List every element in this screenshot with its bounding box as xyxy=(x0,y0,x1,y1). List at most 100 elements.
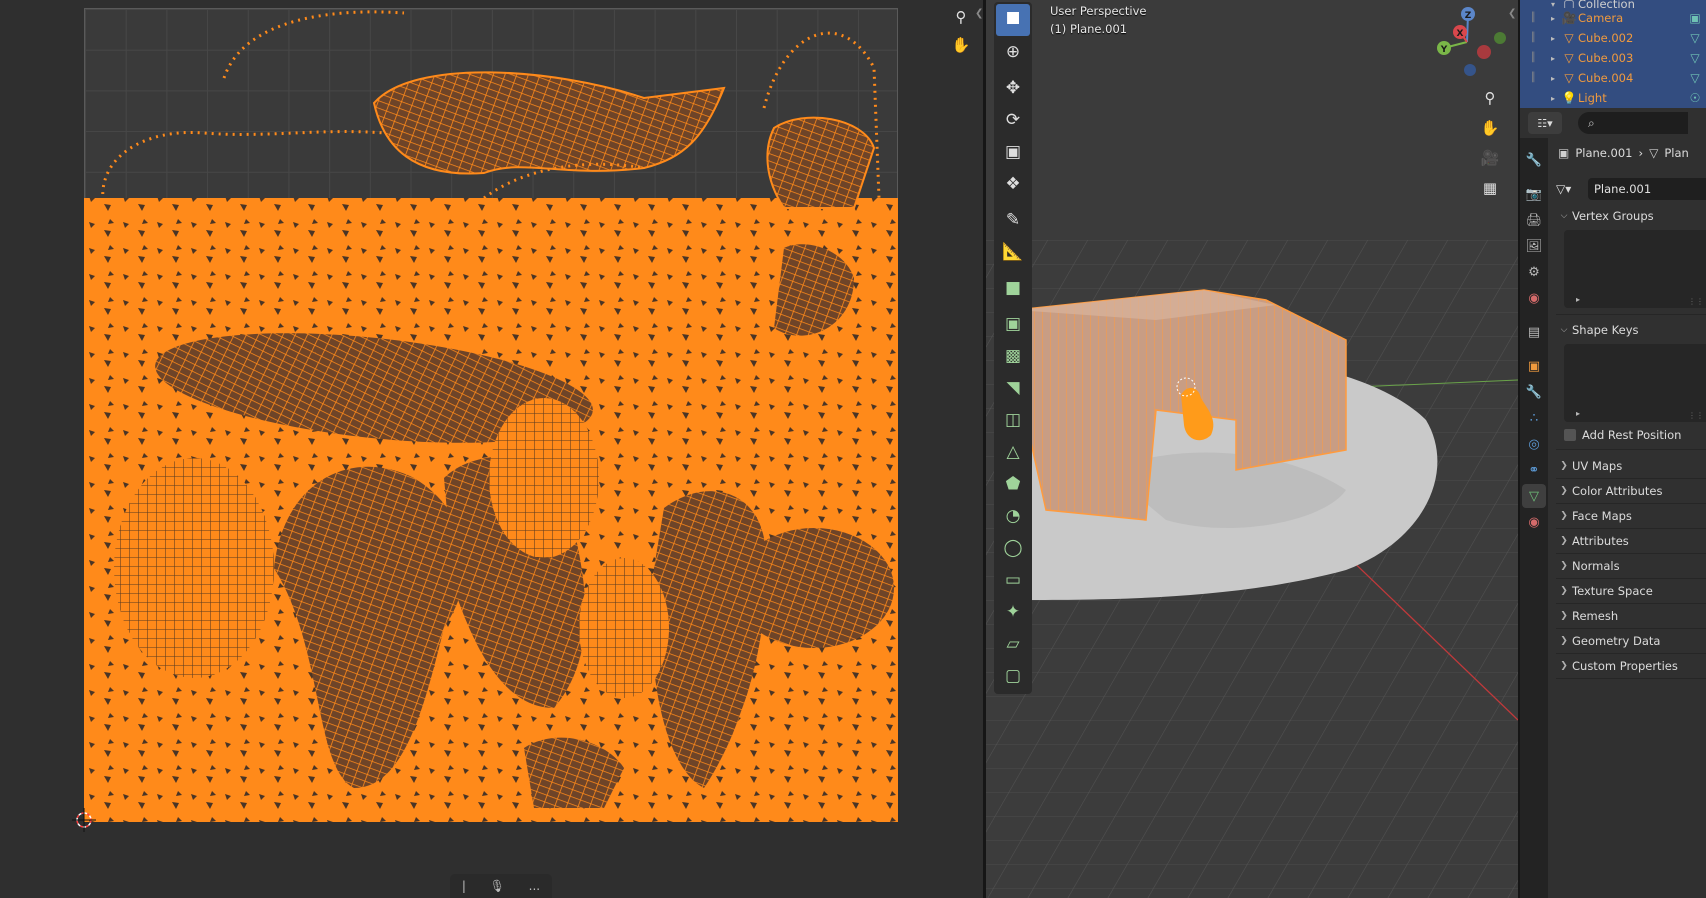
panel-shape-keys[interactable]: ⌵ Shape Keys xyxy=(1556,318,1706,342)
panel-face-maps[interactable]: ❯ Face Maps xyxy=(1556,504,1706,528)
view-layer-tab-icon[interactable]: 🖼 xyxy=(1522,234,1546,258)
material-tab-icon[interactable]: ◉ xyxy=(1522,510,1546,534)
microphone-icon[interactable]: 🎙 xyxy=(490,879,505,893)
panel-separator xyxy=(1556,314,1706,315)
expand-arrow-icon[interactable]: ▸ xyxy=(1576,295,1580,304)
breadcrumb-object: Plane.001 xyxy=(1575,146,1633,160)
uv-navigation-gizmos: ⚲ ✋ xyxy=(950,6,972,56)
more-icon[interactable]: ... xyxy=(529,879,540,893)
expand-arrow-icon[interactable]: ▸ xyxy=(1546,74,1560,83)
annotate-icon[interactable]: ✎ xyxy=(996,204,1030,236)
tool-tab-icon[interactable]: 🔧 xyxy=(1522,148,1546,172)
cursor-tool-icon[interactable]: ⊕ xyxy=(996,36,1030,68)
viewport-scene[interactable] xyxy=(986,0,1518,898)
hand-pan-icon[interactable]: ✋ xyxy=(1478,116,1502,140)
add-rest-position-checkbox[interactable]: Add Rest Position xyxy=(1564,425,1706,445)
outliner-item-camera[interactable]: ║ ▸ 🎥 Camera ▣ xyxy=(1520,8,1706,28)
panel-uv-maps[interactable]: ❯ UV Maps xyxy=(1556,454,1706,478)
measure-icon[interactable]: 📐 xyxy=(996,236,1030,268)
expand-arrow-icon[interactable]: ▸ xyxy=(1576,409,1580,418)
render-tab-icon[interactable]: 📷 xyxy=(1522,182,1546,206)
rotate-icon[interactable]: ⟳ xyxy=(996,104,1030,136)
object-tab-icon[interactable]: ▣ xyxy=(1522,354,1546,378)
editor-type-dropdown[interactable]: ☷▾ xyxy=(1528,112,1562,134)
select-box-icon[interactable]: ⯀ xyxy=(996,4,1030,36)
collapse-arrow-icon[interactable]: ❮ xyxy=(1508,8,1516,19)
mesh-name-field[interactable]: Plane.001 xyxy=(1588,178,1706,200)
light-data-icon[interactable]: ☉ xyxy=(1684,91,1706,105)
outliner[interactable]: ▾ ▢ Collection ║ ▸ 🎥 Camera ▣ ║ ▸ ▽ Cube… xyxy=(1520,0,1706,108)
panel-color-attributes[interactable]: ❯ Color Attributes xyxy=(1556,479,1706,503)
uv-mesh-islands[interactable] xyxy=(84,8,898,822)
panel-geometry-data[interactable]: ❯ Geometry Data xyxy=(1556,629,1706,653)
mesh-data-icon[interactable]: ▽ xyxy=(1684,51,1706,65)
collection-tab-icon[interactable]: ▤ xyxy=(1522,320,1546,344)
outliner-item-cube-002[interactable]: ║ ▸ ▽ Cube.002 ▽ xyxy=(1520,28,1706,48)
loop-cut-icon[interactable]: ◫ xyxy=(996,404,1030,436)
camera-view-icon[interactable]: 🎥 xyxy=(1478,146,1502,170)
vertex-groups-list[interactable]: ▸ ⋮⋮ xyxy=(1564,230,1706,308)
shear-icon[interactable]: ▱ xyxy=(996,628,1030,660)
outliner-item-cube-004[interactable]: ║ ▸ ▽ Cube.004 ▽ xyxy=(1520,68,1706,88)
shrink-fatten-icon[interactable]: ✦ xyxy=(996,596,1030,628)
extrude-region-icon[interactable]: ▣ xyxy=(996,308,1030,340)
rip-region-icon[interactable]: ▢ xyxy=(996,660,1030,692)
expand-arrow-icon[interactable]: ▸ xyxy=(1546,34,1560,43)
mesh-data-tab-icon[interactable]: ▽ xyxy=(1522,484,1546,508)
properties-search[interactable]: ⌕ xyxy=(1578,112,1688,134)
hierarchy-line-icon: ║ xyxy=(1530,73,1536,83)
panel-remesh[interactable]: ❯ Remesh xyxy=(1556,604,1706,628)
perspective-toggle-icon[interactable]: ▦ xyxy=(1478,176,1502,200)
tool-shelf: ⯀ ⊕ ✥ ⟳ ▣ ❖ ✎ 📐 ■ ▣ ▩ ◥ ◫ △ ⬟ ◔ ◯ ▭ ✦ ▱ … xyxy=(994,2,1032,694)
add-cube-icon[interactable]: ■ xyxy=(996,272,1030,304)
particles-tab-icon[interactable]: ∴ xyxy=(1522,406,1546,430)
2d-cursor-icon[interactable] xyxy=(72,808,96,832)
hand-pan-icon[interactable]: ✋ xyxy=(950,34,972,56)
expand-arrow-icon[interactable]: ▸ xyxy=(1546,54,1560,63)
zoom-icon[interactable]: ⚲ xyxy=(950,6,972,28)
panel-vertex-groups[interactable]: ⌵ Vertex Groups xyxy=(1556,204,1706,228)
modifiers-tab-icon[interactable]: 🔧 xyxy=(1522,380,1546,404)
output-tab-icon[interactable]: 🖨 xyxy=(1522,208,1546,232)
panel-attributes[interactable]: ❯ Attributes xyxy=(1556,529,1706,553)
navigation-gizmo[interactable]: Z Y X xyxy=(1422,2,1512,82)
outliner-item-cube-003[interactable]: ║ ▸ ▽ Cube.003 ▽ xyxy=(1520,48,1706,68)
physics-tab-icon[interactable]: ◎ xyxy=(1522,432,1546,456)
panel-normals[interactable]: ❯ Normals xyxy=(1556,554,1706,578)
smooth-icon[interactable]: ◯ xyxy=(996,532,1030,564)
outliner-item-light[interactable]: ▸ 💡 Light ☉ xyxy=(1520,88,1706,108)
shape-keys-list[interactable]: ▸ ⋮⋮ xyxy=(1564,344,1706,422)
edge-slide-icon[interactable]: ▭ xyxy=(996,564,1030,596)
resize-grip-icon[interactable]: ⋮⋮ xyxy=(1688,297,1704,306)
move-icon[interactable]: ✥ xyxy=(996,72,1030,104)
3d-viewport[interactable]: ⯀ ⊕ ✥ ⟳ ▣ ❖ ✎ 📐 ■ ▣ ▩ ◥ ◫ △ ⬟ ◔ ◯ ▭ ✦ ▱ … xyxy=(986,0,1518,898)
panel-title: Remesh xyxy=(1572,609,1619,623)
mesh-data-icon[interactable]: ▽ xyxy=(1684,71,1706,85)
expand-arrow-icon[interactable]: ▸ xyxy=(1546,14,1560,23)
poly-build-icon[interactable]: ⬟ xyxy=(996,468,1030,500)
world-tab-icon[interactable]: ◉ xyxy=(1522,286,1546,310)
expand-arrow-icon[interactable]: ▸ xyxy=(1546,94,1560,103)
panel-texture-space[interactable]: ❯ Texture Space xyxy=(1556,579,1706,603)
mesh-data-icon[interactable]: ▽ xyxy=(1684,31,1706,45)
knife-icon[interactable]: △ xyxy=(996,436,1030,468)
mesh-browse-icon[interactable]: ▽▾ xyxy=(1556,178,1584,200)
transform-icon[interactable]: ❖ xyxy=(996,168,1030,200)
spin-icon[interactable]: ◔ xyxy=(996,500,1030,532)
inset-faces-icon[interactable]: ▩ xyxy=(996,340,1030,372)
scale-icon[interactable]: ▣ xyxy=(996,136,1030,168)
zoom-icon[interactable]: ⚲ xyxy=(1478,86,1502,110)
camera-data-icon[interactable]: ▣ xyxy=(1684,11,1706,25)
scene-tab-icon[interactable]: ⚙ xyxy=(1522,260,1546,284)
bevel-icon[interactable]: ◥ xyxy=(996,372,1030,404)
panel-custom-properties[interactable]: ❯ Custom Properties xyxy=(1556,654,1706,678)
uv-editor[interactable]: ⚲ ✋ ❮ | 🎙 ... xyxy=(0,0,983,898)
mesh-icon: ▽ xyxy=(1564,51,1574,65)
resize-grip-icon[interactable]: ⋮⋮ xyxy=(1688,411,1704,420)
checkbox-box[interactable] xyxy=(1564,429,1576,441)
panel-title: Texture Space xyxy=(1572,584,1653,598)
bottom-bar-item[interactable]: | xyxy=(462,879,466,893)
chevron-right-icon: ❯ xyxy=(1560,661,1568,671)
gizmo-y-label: Y xyxy=(1440,45,1448,55)
constraints-tab-icon[interactable]: ⚭ xyxy=(1522,458,1546,482)
